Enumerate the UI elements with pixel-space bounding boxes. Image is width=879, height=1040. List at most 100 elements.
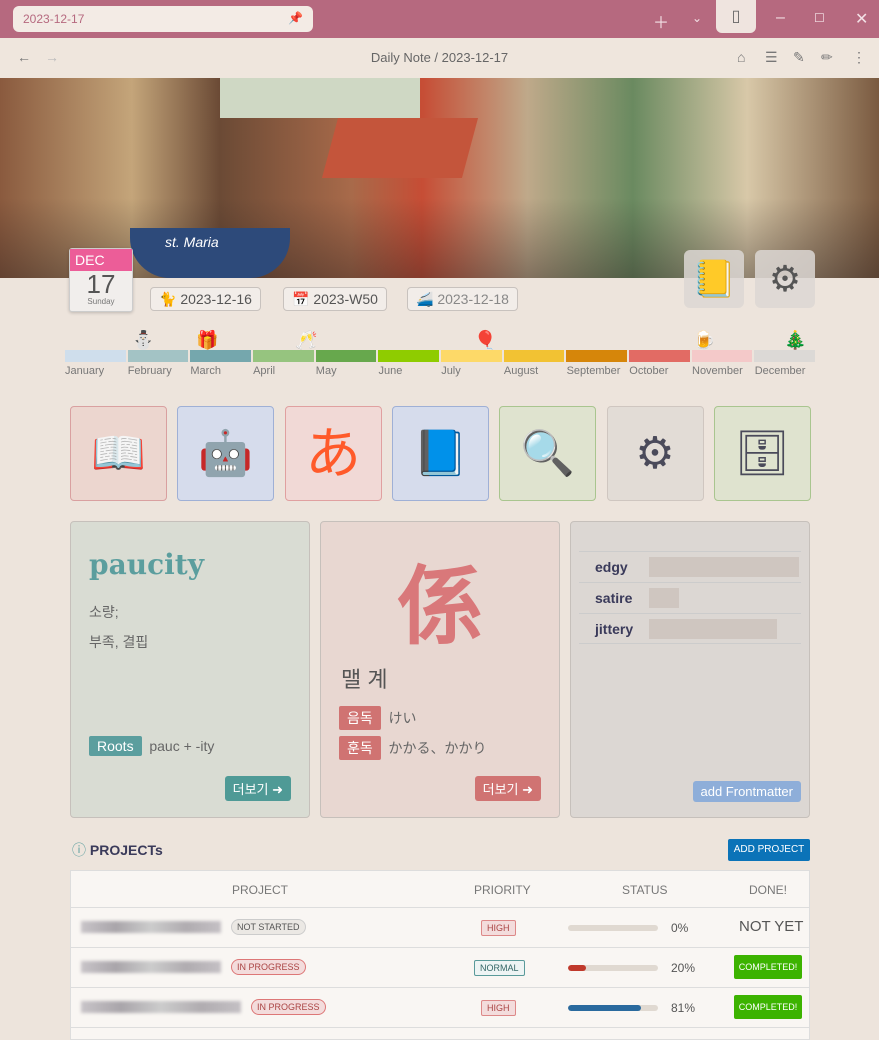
calendar-icon: 📅 [292, 291, 310, 307]
champagne-icon: 🥂 [295, 330, 318, 350]
month-segment [378, 350, 440, 362]
title-bar: 2023-12-17 📌 ＋ ⌄ ▯ – ☐ ✕ [0, 0, 879, 38]
project-name-blurred[interactable] [81, 1001, 241, 1013]
month-label: January [65, 365, 105, 377]
vocab-more-button[interactable]: 더보기 ➜ [224, 776, 291, 801]
kanji-char: 係 [397, 556, 483, 657]
progress-bar [568, 1005, 658, 1011]
priority-badge: NORMAL [474, 960, 525, 976]
week-label: 2023-W50 [313, 291, 378, 307]
minimize-icon[interactable]: – [776, 9, 785, 27]
gear-icon: ⚙ [768, 258, 802, 299]
kanji-reading: 맬 계 [341, 667, 388, 692]
month-segment [754, 350, 816, 362]
calendar-day: 17 [86, 269, 116, 299]
breadcrumb: Daily Note / 2023-12-17 [370, 50, 509, 65]
sidebar-toggle-icon[interactable]: ▯ [716, 0, 756, 33]
pin-icon[interactable]: 📌 [288, 11, 303, 25]
month-segment [629, 350, 690, 362]
progress-bar [568, 965, 658, 971]
snowman-icon: ⛄ [132, 330, 155, 350]
notebook-button[interactable]: 📒 [684, 250, 744, 308]
calendar-month: DEC [70, 249, 132, 271]
roots-value: pauc + -ity [149, 738, 215, 754]
month-label: September [566, 365, 621, 377]
month-segment [315, 350, 377, 362]
month-segment [503, 350, 565, 362]
month-segment [566, 350, 628, 362]
frontmatter-row: satire [579, 582, 801, 613]
projects-title: PROJECTs [89, 842, 163, 858]
year-progress-bar [65, 350, 816, 362]
maximize-icon[interactable]: ☐ [814, 11, 825, 25]
on-reading-tag: 음독 [339, 706, 381, 730]
kun-reading-tag: 훈독 [339, 736, 381, 760]
ai-chat-icon: 🤖 [198, 429, 254, 478]
month-label: July [441, 365, 461, 377]
english-book-icon: 📘 [412, 429, 468, 478]
kanji-more-button[interactable]: 더보기 ➜ [474, 776, 541, 801]
prev-day-button[interactable]: 🐈 2023-12-16 [150, 287, 261, 311]
frontmatter-key: jittery [595, 621, 634, 637]
header-priority: PRIORITY [474, 883, 531, 897]
close-icon[interactable]: ✕ [855, 9, 868, 29]
prev-day-label: 2023-12-16 [180, 291, 252, 307]
shortcut-hiragana[interactable]: あ [284, 406, 382, 501]
priority-badge: HIGH [481, 1000, 516, 1016]
month-label: May [315, 365, 337, 377]
hiragana-icon: あ [305, 422, 362, 485]
add-list-icon[interactable]: ☰ [765, 49, 778, 66]
status-badge: IN PROGRESS [231, 959, 306, 975]
shortcut-workflow[interactable]: ⚙ [606, 406, 704, 501]
shortcut-english-book[interactable]: 📘 [391, 406, 489, 501]
month-segment [441, 350, 502, 362]
done-label: NOT YET [739, 918, 804, 935]
frontmatter-panel: edgy satire jittery add Frontmatter [570, 521, 810, 818]
calendar-weekday: Sunday [87, 297, 115, 306]
frontmatter-key: satire [595, 590, 633, 606]
settings-button[interactable]: ⚙ [755, 250, 815, 308]
wiki-search-icon: 🔍 [520, 429, 576, 478]
balloon-icon: 🎈 [474, 330, 497, 350]
home-icon[interactable]: ⌂ [737, 49, 745, 65]
table-row: NOT STARTED HIGH 0% NOT YET [71, 908, 809, 948]
next-day-button[interactable]: 🚄 2023-12-18 [407, 287, 518, 311]
week-button[interactable]: 📅 2023-W50 [283, 287, 387, 311]
vocab-meaning: 소량; [89, 604, 119, 620]
project-name-blurred[interactable] [81, 961, 221, 973]
month-label: October [629, 365, 669, 377]
tab-daily-note[interactable]: 2023-12-17 📌 [13, 6, 313, 32]
progress-percent: 20% [671, 961, 696, 975]
progress-percent: 81% [671, 1001, 696, 1015]
shortcut-drawer[interactable]: 🗄 [713, 406, 811, 501]
workflow-icon: ⚙ [635, 429, 675, 478]
month-segment [65, 350, 126, 362]
project-name-blurred[interactable] [81, 921, 221, 933]
done-button[interactable]: COMPLETED! [734, 955, 802, 979]
progress-percent: 0% [671, 921, 689, 935]
chevron-down-icon[interactable]: ⌄ [692, 11, 702, 25]
shortcut-wiki-search[interactable]: 🔍 [499, 406, 597, 501]
notebook-icon: 📒 [691, 258, 737, 299]
month-segment [190, 350, 252, 362]
kanji-panel: 係 맬 계 음독 けい 훈독 かかる、かかり 더보기 ➜ [320, 521, 560, 818]
month-label: November [692, 365, 743, 377]
new-tab-icon[interactable]: ＋ [653, 9, 669, 33]
add-project-button[interactable]: ADD PROJECT [728, 839, 810, 861]
drawer-icon: 🗄 [734, 429, 791, 478]
vocab-word: paucity [89, 548, 204, 581]
edit-icon[interactable]: ✎ [793, 49, 805, 66]
gift-icon: 🎁 [196, 330, 219, 350]
tab-title: 2023-12-17 [23, 12, 85, 26]
done-button[interactable]: COMPLETED! [734, 995, 802, 1019]
month-label: June [378, 365, 403, 377]
christmas-tree-icon: 🎄 [784, 330, 807, 350]
frontmatter-row: jittery [579, 613, 801, 644]
beer-icon: 🍺 [693, 330, 716, 350]
roots-tag: Roots [89, 736, 142, 756]
pencil-icon[interactable]: ✏ [821, 49, 833, 66]
shortcut-ai-chat[interactable]: 🤖 [177, 406, 275, 501]
more-options-icon[interactable]: ⋮ [852, 49, 866, 66]
shortcut-dictionary[interactable]: 📖 [70, 406, 167, 501]
add-frontmatter-button[interactable]: add Frontmatter [692, 781, 801, 802]
